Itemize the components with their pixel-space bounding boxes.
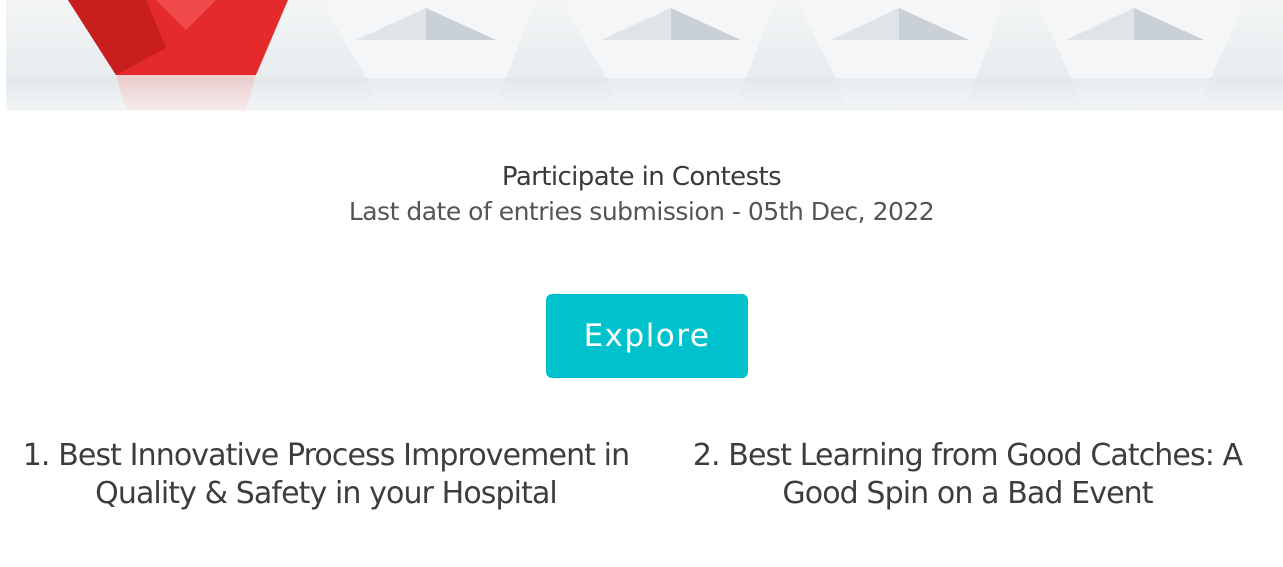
contest-title-2[interactable]: 2. Best Learning from Good Catches: A Go… xyxy=(665,437,1270,513)
submission-deadline: Last date of entries submission - 05th D… xyxy=(348,197,935,226)
section-title: Participate in Contests xyxy=(501,162,782,192)
banner-image xyxy=(6,0,1283,111)
contest-page: Participate in Contests Last date of ent… xyxy=(0,0,1283,567)
paper-boats-illustration xyxy=(6,0,1283,111)
explore-button[interactable]: Explore xyxy=(546,294,748,378)
contest-title-1[interactable]: 1. Best Innovative Process Improvement i… xyxy=(20,437,632,513)
